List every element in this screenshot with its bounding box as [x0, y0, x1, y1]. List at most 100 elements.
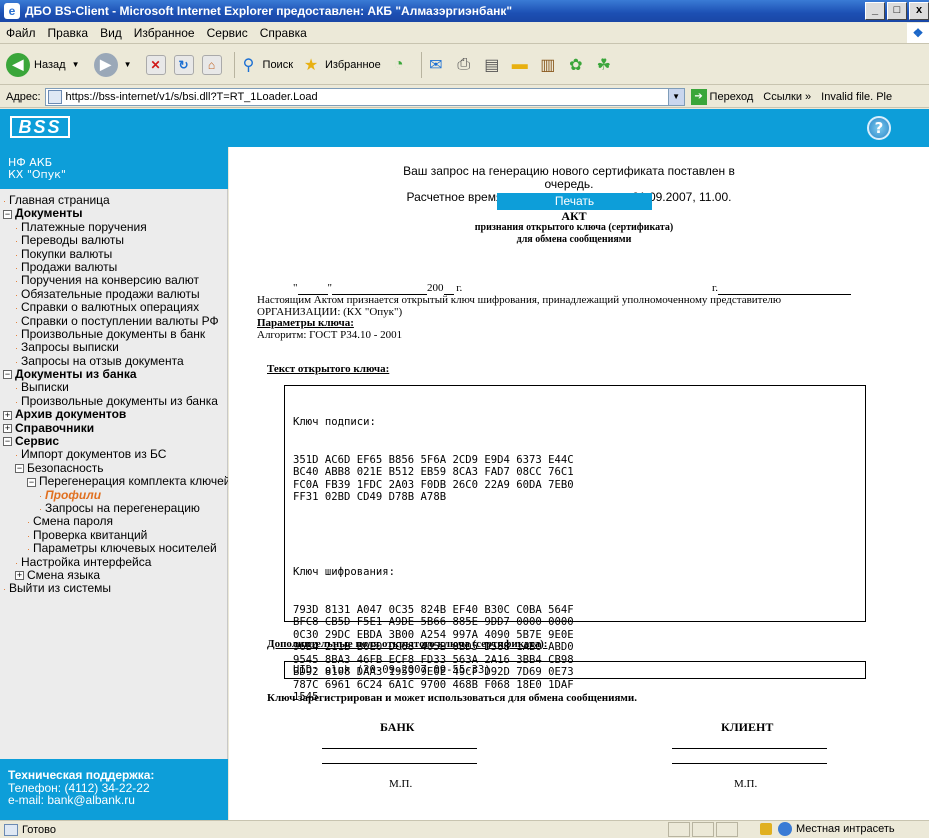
menu-tools[interactable]: Сервис	[207, 26, 248, 40]
messenger-button[interactable]: ☘	[594, 55, 614, 75]
favorites-button[interactable]: ★ Избранное	[301, 55, 381, 75]
collapse-icon[interactable]: −	[3, 370, 12, 380]
sidebar-item[interactable]: · Справки о валютных операциях	[0, 300, 228, 314]
menu-view[interactable]: Вид	[100, 26, 122, 40]
sidebar-item[interactable]: − Перегенерация комплекта ключей	[0, 475, 228, 488]
sidebar-item[interactable]: · Обязательные продажи валюты	[0, 287, 228, 301]
sidebar-item[interactable]: · Переводы валюты	[0, 233, 228, 247]
links-button[interactable]: Ссылки »	[763, 91, 811, 103]
bullet-icon: ·	[15, 343, 18, 354]
menu-favorites[interactable]: Избранное	[134, 26, 195, 40]
collapse-icon[interactable]: −	[27, 477, 36, 487]
stop-icon: ✕	[145, 54, 166, 75]
sidebar-item[interactable]: · Профили	[0, 488, 228, 502]
sidebar: НФ АКБ КХ "Опук" · Главная страница − Докум…	[0, 147, 228, 820]
print-button[interactable]: Печать	[497, 193, 652, 210]
windows-logo-icon: ❖	[907, 23, 929, 43]
sidebar-item[interactable]: · Главная страница	[0, 194, 228, 207]
act-subtitle: признания открытого ключа (сертификата)	[474, 222, 674, 233]
collapse-icon[interactable]: −	[3, 437, 12, 447]
notice-line: Ваш запрос на генерацию нового сертифика…	[403, 164, 735, 191]
collapse-icon[interactable]: −	[15, 464, 24, 474]
sidebar-item[interactable]: − Безопасность	[0, 461, 228, 475]
home-button[interactable]: ⌂	[201, 54, 222, 75]
sidebar-item[interactable]: − Сервис	[0, 434, 228, 448]
bullet-icon: ·	[15, 396, 18, 407]
plugin-button[interactable]: ✿	[566, 55, 586, 75]
status-cell	[692, 822, 714, 837]
window-title-bar[interactable]: e ДБО BS-Client - Microsoft Internet Exp…	[0, 0, 929, 22]
folder-button[interactable]: ▬	[510, 56, 530, 74]
sidebar-item[interactable]: · Запросы на отзыв документа	[0, 354, 228, 368]
sidebar-item[interactable]: − Документы	[0, 207, 228, 220]
history-button[interactable]: ◔	[389, 56, 409, 74]
search-button[interactable]: ⚲ Поиск	[239, 55, 293, 75]
sidebar-item[interactable]: + Смена языка	[0, 568, 228, 582]
chevron-down-icon[interactable]: ▼	[667, 88, 684, 105]
sidebar-item-label: Произвольные документы в банк	[21, 326, 206, 341]
sidebar-item[interactable]: · Настройка интерфейса	[0, 555, 228, 569]
maximize-button[interactable]: □	[887, 2, 907, 20]
bullet-icon: ·	[27, 530, 30, 541]
window-title: ДБО BS-Client - Microsoft Internet Explo…	[25, 4, 513, 18]
menu-help[interactable]: Справка	[260, 26, 307, 40]
expand-icon[interactable]: +	[3, 423, 12, 433]
sidebar-item[interactable]: · Параметры ключевых носителей	[0, 541, 228, 555]
sidebar-item[interactable]: · Выйти из системы	[0, 582, 228, 595]
sidebar-item-label: Импорт документов из БС	[21, 447, 167, 462]
printer-icon: ⎙	[457, 55, 471, 73]
mail-button[interactable]: ✉	[426, 55, 446, 75]
key-line: FC0A FB39 1FDC 2A03 F0DB 26C0 22A9 60DA …	[293, 478, 574, 491]
stop-button[interactable]: ✕	[145, 54, 166, 75]
research-button[interactable]: ▥	[538, 55, 558, 75]
mail-icon: ✉	[429, 56, 443, 74]
sign-key-label: Ключ подписи:	[293, 416, 376, 428]
sidebar-item[interactable]: · Импорт документов из БС	[0, 448, 228, 461]
registered-text: Ключ зарегистрирован и может использоват…	[267, 692, 637, 704]
sidebar-item[interactable]: + Архив документов	[0, 408, 228, 421]
expand-icon[interactable]: +	[3, 410, 12, 420]
minimize-button[interactable]: _	[865, 2, 885, 20]
sidebar-item-label: Архив документов	[15, 407, 127, 422]
menu-file[interactable]: Файл	[6, 26, 36, 40]
date-year: 200	[427, 282, 444, 294]
edit-button[interactable]: ▤	[482, 55, 502, 75]
sidebar-item[interactable]: · Платежные поручения	[0, 220, 228, 234]
refresh-icon: ↻	[173, 54, 194, 75]
menu-edit[interactable]: Правка	[48, 26, 89, 40]
sidebar-item-label: Проверка квитанций	[33, 527, 148, 542]
sidebar-item[interactable]: · Справки о поступлении валюты РФ	[0, 314, 228, 328]
forward-button[interactable]: ▶ ▼	[93, 52, 138, 77]
key-line: 793D 8131 A047 0C35 824B EF40 B30C C0BA …	[293, 603, 574, 616]
collapse-icon[interactable]: −	[3, 209, 12, 219]
act-statement: Настоящим Актом признается открытый ключ…	[257, 294, 917, 341]
sidebar-item[interactable]: · Запросы выписки	[0, 341, 228, 354]
sidebar-item[interactable]: · Проверка квитанций	[0, 527, 228, 542]
sidebar-item[interactable]: · Поручения на конверсию валют	[0, 274, 228, 287]
expand-icon[interactable]: +	[15, 571, 24, 581]
sidebar-item[interactable]: · Произвольные документы из банка	[0, 394, 228, 408]
sidebar-item-label: Перегенерация комплекта ключей	[39, 474, 228, 489]
address-input[interactable]: https://bss-internet/v1/s/bsi.dll?T=RT_1…	[44, 87, 685, 106]
sidebar-item[interactable]: · Запросы на перегенерацию	[0, 501, 228, 515]
security-zone[interactable]: Местная интрасеть	[760, 822, 895, 836]
help-icon[interactable]: ?	[867, 116, 891, 140]
sidebar-item-label: Поручения на конверсию валют	[21, 273, 200, 288]
sidebar-item[interactable]: · Произвольные документы в банк	[0, 326, 228, 341]
sidebar-item[interactable]: · Смена пароля	[0, 515, 228, 528]
close-button[interactable]: x	[909, 2, 929, 20]
sidebar-item[interactable]: + Справочники	[0, 421, 228, 435]
refresh-button[interactable]: ↻	[173, 54, 194, 75]
go-button[interactable]: ➔ Переход	[690, 88, 753, 105]
sidebar-item[interactable]: · Продажи валюты	[0, 260, 228, 274]
print-toolbar-button[interactable]: ⎙	[454, 56, 474, 74]
sidebar-item[interactable]: · Покупки валюты	[0, 246, 228, 261]
sidebar-item-label: Покупки валюты	[21, 246, 113, 261]
sidebar-item-label: Главная страница	[9, 194, 110, 207]
back-button[interactable]: ◀ Назад ▼	[6, 52, 86, 77]
sidebar-item[interactable]: · Выписки	[0, 381, 228, 394]
sidebar-item[interactable]: − Документы из банка	[0, 367, 228, 381]
support-email[interactable]: e-mail: bank@albank.ru	[8, 794, 228, 807]
lock-icon	[760, 823, 772, 835]
toolbar-separator	[233, 51, 235, 78]
